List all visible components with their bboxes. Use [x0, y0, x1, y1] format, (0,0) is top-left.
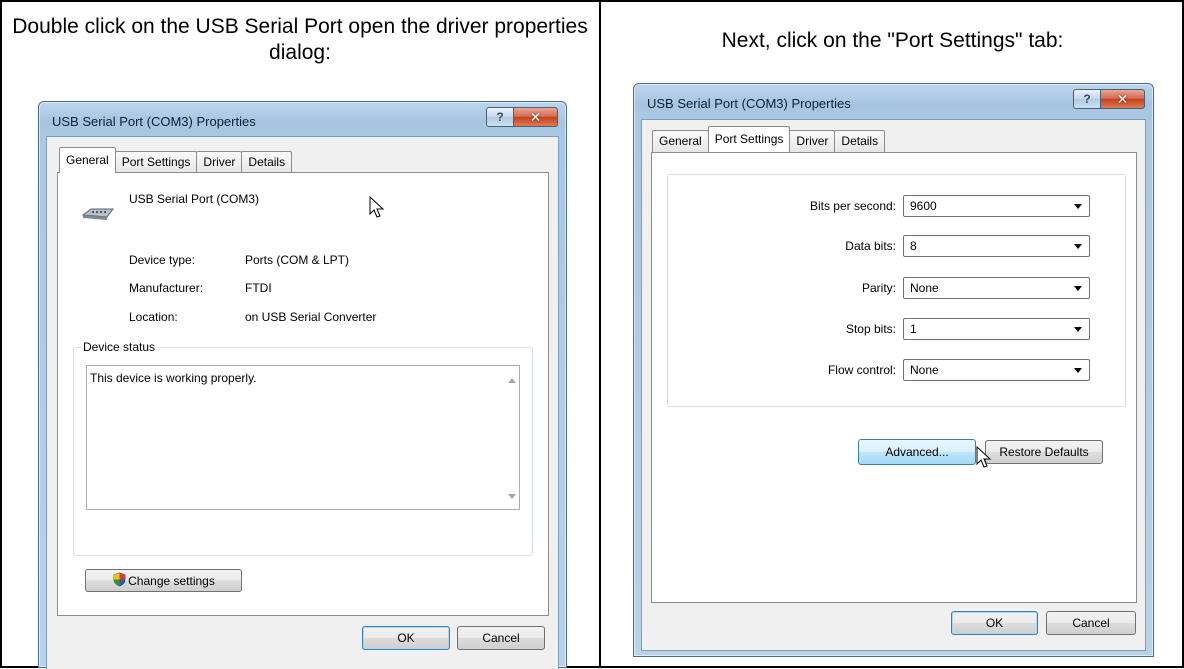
- stop-bits-label: Stop bits:: [845, 322, 896, 336]
- tab-strip: General Port Settings Driver Details: [59, 147, 293, 173]
- port-settings-page: Bits per second: 9600 Data bits: 8 Parit…: [651, 152, 1137, 603]
- left-caption: Double click on the USB Serial Port open…: [12, 15, 588, 64]
- close-icon: ✕: [529, 108, 542, 125]
- restore-defaults-button[interactable]: Restore Defaults: [985, 440, 1103, 464]
- device-status-title: Device status: [80, 340, 159, 354]
- device-name: USB Serial Port (COM3): [129, 192, 260, 206]
- tab-general[interactable]: General: [59, 147, 116, 173]
- scroll-down-icon[interactable]: [508, 494, 516, 499]
- data-bits-select[interactable]: 8: [903, 235, 1090, 257]
- parity-label: Parity:: [861, 281, 896, 295]
- flow-control-label: Flow control:: [827, 363, 896, 377]
- mouse-pointer-icon: [976, 445, 992, 475]
- help-button[interactable]: ?: [486, 107, 514, 127]
- tab-port-settings[interactable]: Port Settings: [114, 151, 198, 173]
- manufacturer-value: FTDI: [245, 281, 272, 295]
- window-title: USB Serial Port (COM3) Properties: [52, 114, 256, 129]
- serial-port-icon: [81, 203, 115, 228]
- close-icon: ✕: [1116, 90, 1129, 107]
- stop-bits-select[interactable]: 1: [903, 318, 1090, 340]
- close-button[interactable]: ✕: [514, 107, 558, 127]
- close-button[interactable]: ✕: [1101, 89, 1145, 109]
- tab-general[interactable]: General: [652, 130, 709, 152]
- location-label: Location:: [129, 310, 178, 324]
- column-divider: [599, 0, 601, 668]
- mouse-pointer-icon: [369, 195, 385, 225]
- device-status-text: This device is working properly.: [90, 371, 257, 385]
- chevron-down-icon: [1074, 204, 1082, 209]
- tab-details[interactable]: Details: [834, 130, 886, 152]
- right-properties-window: USB Serial Port (COM3) Properties ? ✕ Ge…: [633, 83, 1154, 657]
- right-caption: Next, click on the "Port Settings" tab:: [721, 29, 1064, 52]
- bits-per-second-select[interactable]: 9600: [903, 195, 1090, 217]
- chevron-down-icon: [1074, 286, 1082, 291]
- tab-driver[interactable]: Driver: [789, 130, 836, 152]
- manufacturer-label: Manufacturer:: [129, 281, 204, 295]
- cancel-button[interactable]: Cancel: [457, 626, 545, 650]
- general-page: USB Serial Port (COM3) Device type: Port…: [57, 172, 549, 616]
- device-status-textarea[interactable]: This device is working properly.: [86, 365, 520, 510]
- tab-driver[interactable]: Driver: [196, 151, 243, 173]
- ok-button[interactable]: OK: [951, 611, 1038, 635]
- left-properties-window: USB Serial Port (COM3) Properties ? ✕ Ge…: [38, 101, 567, 669]
- dialog-client: General Port Settings Driver Details Bit…: [641, 119, 1146, 651]
- data-bits-label: Data bits:: [845, 239, 896, 253]
- device-type-value: Ports (COM & LPT): [245, 253, 350, 267]
- parity-select[interactable]: None: [903, 277, 1090, 299]
- location-value: on USB Serial Converter: [245, 310, 377, 324]
- cancel-button[interactable]: Cancel: [1046, 611, 1136, 635]
- status-scrollbar[interactable]: [502, 366, 519, 509]
- ok-button[interactable]: OK: [362, 626, 450, 650]
- tab-details[interactable]: Details: [241, 151, 293, 173]
- uac-shield-icon: [112, 572, 127, 590]
- device-status-group: Device status This device is working pro…: [73, 340, 533, 556]
- device-type-label: Device type:: [129, 253, 196, 267]
- dialog-client: General Port Settings Driver Details USB…: [46, 136, 559, 669]
- tab-strip: General Port Settings Driver Details: [652, 126, 886, 152]
- tab-port-settings[interactable]: Port Settings: [707, 126, 791, 152]
- window-title: USB Serial Port (COM3) Properties: [647, 96, 851, 111]
- chevron-down-icon: [1074, 244, 1082, 249]
- change-settings-label: Change settings: [128, 573, 215, 588]
- help-button[interactable]: ?: [1073, 89, 1101, 109]
- flow-control-select[interactable]: None: [903, 359, 1090, 381]
- scroll-up-icon[interactable]: [508, 378, 516, 383]
- bits-per-second-label: Bits per second:: [809, 199, 896, 213]
- chevron-down-icon: [1074, 368, 1082, 373]
- chevron-down-icon: [1074, 327, 1082, 332]
- advanced-button[interactable]: Advanced...: [858, 439, 976, 465]
- change-settings-button[interactable]: Change settings: [85, 569, 242, 592]
